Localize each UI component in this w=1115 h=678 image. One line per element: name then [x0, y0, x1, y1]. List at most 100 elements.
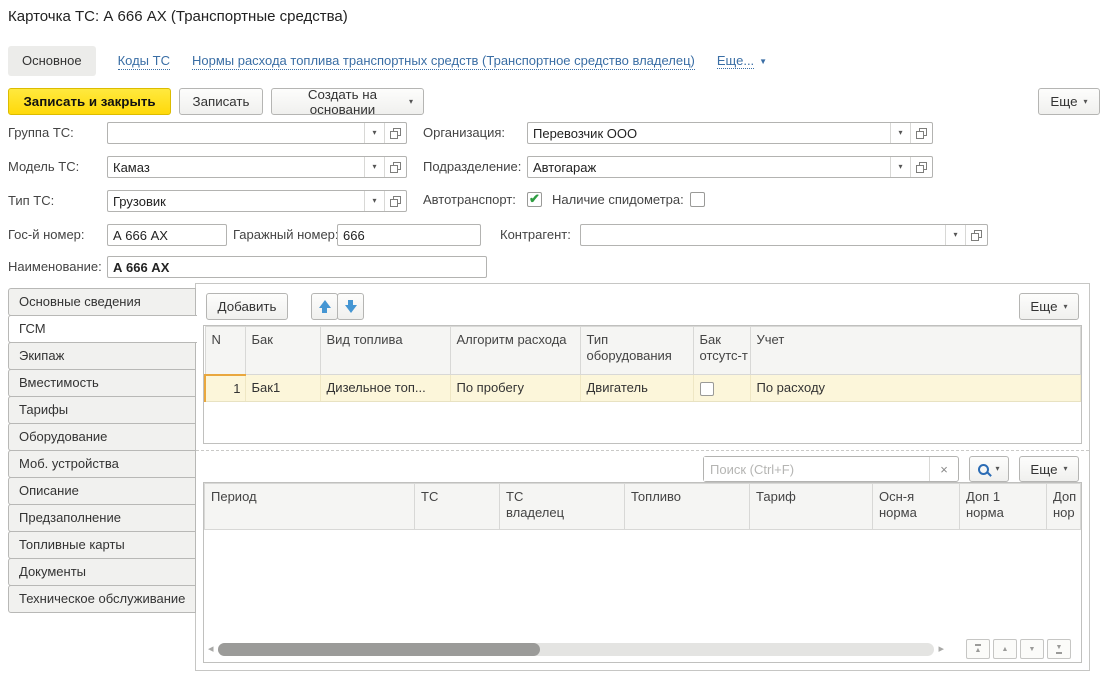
sidebar-item-toplivnye-karty[interactable]: Топливные карты — [8, 531, 196, 559]
sidebar-item-mob-ustroystva[interactable]: Моб. устройства — [8, 450, 196, 478]
page-title: Карточка ТС: А 666 АХ (Транспортные сред… — [8, 8, 348, 25]
horizontal-scrollbar: ◂ ▸ ▲ ▲ ▼ ▼ — [204, 636, 1081, 662]
splitter[interactable] — [196, 450, 1089, 451]
gos-number-input[interactable] — [107, 224, 227, 246]
search-options-button[interactable]: ▾ — [969, 456, 1009, 482]
sidebar: Основные сведения ГСМ Экипаж Вместимость… — [8, 288, 197, 613]
chevron-down-icon: ▾ — [1064, 303, 1068, 311]
no-tank-checkbox[interactable] — [700, 382, 714, 396]
chevron-down-icon: ▾ — [953, 231, 957, 239]
arrow-up-icon — [319, 300, 331, 313]
contractor-dropdown-button[interactable]: ▾ — [945, 225, 965, 245]
type-ts-dropdown-button[interactable]: ▾ — [364, 191, 384, 211]
sidebar-item-tarify[interactable]: Тарифы — [8, 396, 196, 424]
department-input[interactable] — [528, 157, 890, 177]
type-ts-input[interactable] — [108, 191, 364, 211]
sidebar-item-dokumenty[interactable]: Документы — [8, 558, 196, 586]
group-ts-label: Группа ТС: — [8, 122, 74, 144]
speedometer-checkbox[interactable] — [690, 192, 705, 207]
cell-fuel[interactable]: Дизельное топ... — [320, 375, 450, 402]
chevron-down-icon: ▾ — [898, 163, 902, 171]
tab-normy-rashoda[interactable]: Нормы расхода топлива транспортных средс… — [192, 53, 695, 70]
col-header-ts: ТС — [415, 484, 500, 530]
garage-number-input[interactable] — [337, 224, 481, 246]
gos-number-label: Гос-й номер: — [8, 224, 85, 246]
group-ts-dropdown-button[interactable]: ▾ — [364, 123, 384, 143]
chevron-down-icon: ▾ — [372, 197, 376, 205]
cell-no-tank[interactable] — [693, 375, 750, 402]
cell-n[interactable]: 1 — [205, 375, 245, 402]
norms-more-button[interactable]: Еще ▾ — [1019, 456, 1079, 482]
search-icon — [978, 464, 989, 475]
nav-more-menu[interactable]: Еще... ▼ — [717, 53, 767, 69]
tab-kody-ts[interactable]: Коды ТС — [118, 53, 170, 70]
organization-input[interactable] — [528, 123, 890, 143]
fuel-tanks-table: N Бак Вид топлива Алгоритм расхода Типоб… — [203, 325, 1082, 444]
go-last-button[interactable]: ▼ — [1047, 639, 1071, 659]
chevron-down-icon: ▾ — [1084, 98, 1088, 106]
norms-table-empty-body — [204, 530, 1081, 636]
department-dropdown-button[interactable]: ▾ — [890, 157, 910, 177]
autotransport-checkbox[interactable]: ✔ — [527, 192, 542, 207]
sidebar-item-vmestimost[interactable]: Вместимость — [8, 369, 196, 397]
open-icon — [916, 162, 927, 173]
add-button[interactable]: Добавить — [206, 293, 288, 320]
col-header-no-tank: Бакотсутс-т — [693, 327, 750, 375]
model-ts-open-button[interactable] — [384, 157, 406, 177]
department-label: Подразделение: — [423, 156, 521, 178]
save-button[interactable]: Записать — [179, 88, 263, 115]
sidebar-item-tehnicheskoe-obsluzhivanie[interactable]: Техническое обслуживание — [8, 585, 196, 613]
open-icon — [390, 196, 401, 207]
type-ts-label: Тип ТС: — [8, 190, 54, 212]
save-label: Записать — [193, 94, 250, 109]
organization-dropdown-button[interactable]: ▾ — [890, 123, 910, 143]
model-ts-dropdown-button[interactable]: ▾ — [364, 157, 384, 177]
contractor-open-button[interactable] — [965, 225, 987, 245]
go-next-button[interactable]: ▼ — [1020, 639, 1044, 659]
name-input[interactable] — [107, 256, 487, 278]
scroll-right-icon[interactable]: ▸ — [938, 644, 944, 655]
organization-open-button[interactable] — [910, 123, 932, 143]
cell-accounting[interactable]: По расходу — [750, 375, 1081, 402]
sidebar-item-predzapolnenie[interactable]: Предзаполнение — [8, 504, 196, 532]
chevron-down-icon: ▾ — [1064, 465, 1068, 473]
scrollbar-track[interactable] — [218, 643, 935, 656]
move-down-button[interactable] — [337, 293, 364, 320]
col-header-algorithm: Алгоритм расхода — [450, 327, 580, 375]
type-ts-open-button[interactable] — [384, 191, 406, 211]
chevron-down-icon: ▾ — [372, 163, 376, 171]
department-open-button[interactable] — [910, 157, 932, 177]
group-ts-input[interactable] — [108, 123, 364, 143]
sidebar-item-opisanie[interactable]: Описание — [8, 477, 196, 505]
col-header-main-norm: Осн-янорма — [873, 484, 960, 530]
table-row[interactable]: 1 Бак1 Дизельное топ... По пробегу Двига… — [205, 375, 1081, 402]
col-header-period: Период — [205, 484, 415, 530]
clear-search-button[interactable]: × — [929, 457, 958, 481]
model-ts-input[interactable] — [108, 157, 364, 177]
fuel-more-button[interactable]: Еще ▾ — [1019, 293, 1079, 320]
sidebar-item-oborudovanie[interactable]: Оборудование — [8, 423, 196, 451]
form-more-button[interactable]: Еще ▾ — [1038, 88, 1100, 115]
organization-label: Организация: — [423, 122, 505, 144]
go-previous-button[interactable]: ▲ — [993, 639, 1017, 659]
sidebar-item-gsm[interactable]: ГСМ — [8, 315, 197, 343]
sidebar-item-osnovnye-svedeniya[interactable]: Основные сведения — [8, 288, 196, 316]
last-icon: ▼ — [1056, 644, 1063, 654]
go-first-button[interactable]: ▲ — [966, 639, 990, 659]
scroll-left-icon[interactable]: ◂ — [208, 644, 214, 655]
cell-algorithm[interactable]: По пробегу — [450, 375, 580, 402]
sidebar-item-ekipazh[interactable]: Экипаж — [8, 342, 196, 370]
cell-tank[interactable]: Бак1 — [245, 375, 320, 402]
group-ts-open-button[interactable] — [384, 123, 406, 143]
norms-more-label: Еще — [1030, 462, 1057, 477]
col-header-fuel: Топливо — [625, 484, 750, 530]
scrollbar-thumb[interactable] — [218, 643, 541, 656]
move-up-button[interactable] — [311, 293, 338, 320]
contractor-input[interactable] — [581, 225, 945, 245]
search-input[interactable] — [704, 457, 929, 481]
contractor-field: ▾ — [580, 224, 988, 246]
save-close-button[interactable]: Записать и закрыть — [8, 88, 171, 115]
tab-osnovnoe[interactable]: Основное — [8, 46, 96, 76]
cell-equipment[interactable]: Двигатель — [580, 375, 693, 402]
create-based-button[interactable]: Создать на основании ▾ — [271, 88, 424, 115]
